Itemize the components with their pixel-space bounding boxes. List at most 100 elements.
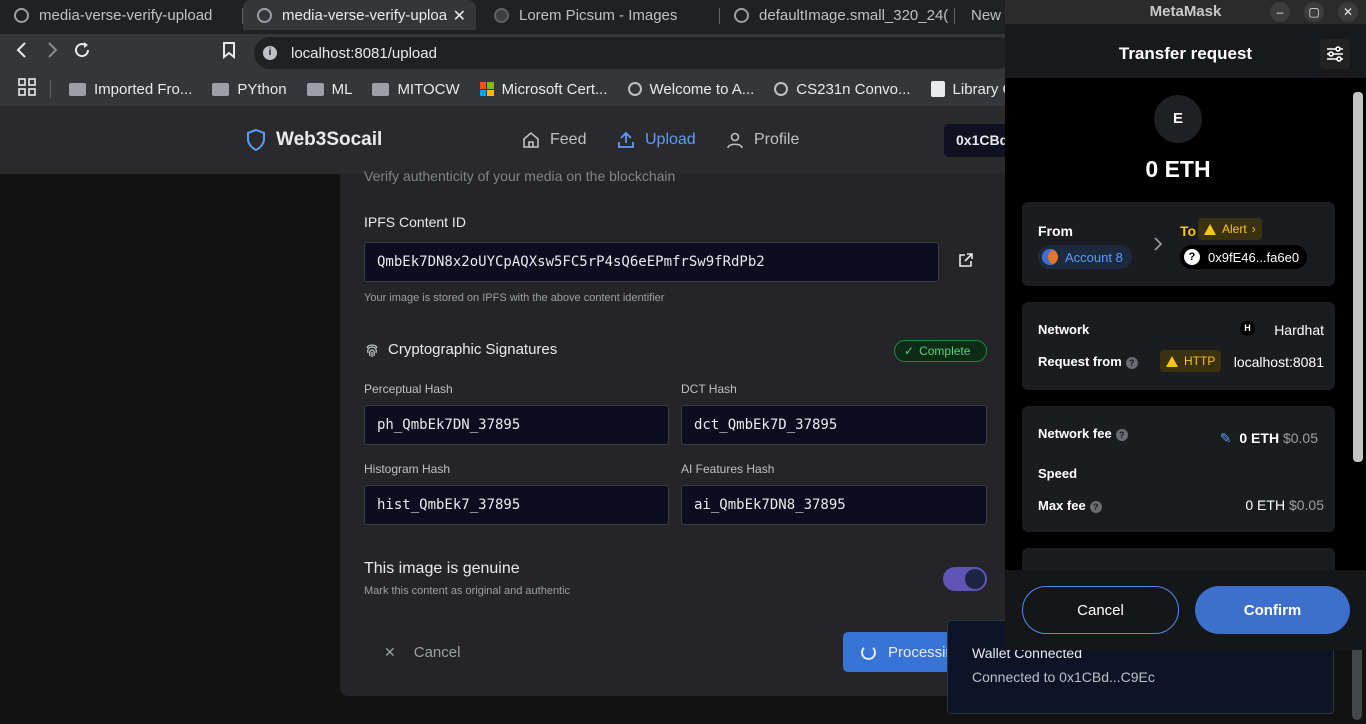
speed-label: Speed bbox=[1038, 466, 1078, 481]
to-label: To bbox=[1180, 223, 1197, 239]
bookmark-label: PYthon bbox=[237, 80, 287, 98]
bookmark-mitocw[interactable]: MITOCW bbox=[372, 80, 460, 98]
from-label: From bbox=[1038, 223, 1073, 239]
tab-label: Lorem Picsum - Images bbox=[519, 6, 678, 24]
url-text: localhost:8081/upload bbox=[291, 44, 437, 62]
minimize-icon[interactable]: – bbox=[1270, 2, 1290, 22]
bookmark-library[interactable]: Library G bbox=[930, 81, 1014, 98]
settings-sliders-icon[interactable] bbox=[1320, 39, 1350, 69]
help-icon[interactable]: ? bbox=[1115, 428, 1128, 441]
network-fee-usd: $0.05 bbox=[1282, 430, 1318, 446]
tab-media-verse-2[interactable]: media-verse-verify-uploa ✕ bbox=[243, 0, 476, 30]
spinner-icon bbox=[861, 644, 876, 660]
chevron-right-icon: › bbox=[1251, 222, 1256, 236]
bookmark-cs231n[interactable]: CS231n Convo... bbox=[774, 81, 911, 98]
globe-icon bbox=[257, 7, 272, 23]
chevron-right-icon bbox=[1153, 236, 1163, 257]
bookmark-label: MITOCW bbox=[397, 80, 460, 98]
to-address: 0x9fE46...fa6e0 bbox=[1208, 249, 1300, 265]
microsoft-icon bbox=[479, 82, 494, 96]
transfer-amount: 0 ETH bbox=[1145, 156, 1211, 182]
bookmark-welcome[interactable]: Welcome to A... bbox=[627, 81, 754, 98]
cancel-button[interactable]: ✕ Cancel bbox=[384, 644, 460, 661]
metamask-titlebar: MetaMask – ▢ ✕ bbox=[1005, 0, 1366, 24]
help-icon[interactable]: ? bbox=[1089, 500, 1102, 513]
address-bar[interactable]: i localhost:8081/upload bbox=[254, 37, 1014, 69]
close-icon[interactable]: ✕ bbox=[1338, 2, 1358, 22]
bookmark-ml[interactable]: ML bbox=[306, 80, 353, 98]
bookmark-python[interactable]: PYthon bbox=[212, 80, 287, 98]
nav-feed[interactable]: Feed bbox=[522, 131, 586, 149]
card-subtitle: Verify authenticity of your media on the… bbox=[364, 168, 676, 184]
bookmark-label: Microsoft Cert... bbox=[501, 80, 608, 98]
ai-hash-field[interactable]: ai_QmbEk7DN8_37895 bbox=[681, 485, 987, 525]
apps-grid-icon[interactable] bbox=[18, 77, 36, 101]
metamask-scrollbar[interactable] bbox=[1353, 92, 1363, 462]
cancel-label: Cancel bbox=[413, 644, 461, 661]
fee-box: Network fee? ✎ 0 ETH $0.05 Speed Max fee… bbox=[1022, 406, 1335, 532]
request-from-value: localhost:8081 bbox=[1233, 354, 1324, 370]
tab-media-verse-1[interactable]: media-verse-verify-upload bbox=[0, 0, 243, 30]
metamask-footer: Cancel Confirm bbox=[1005, 570, 1366, 650]
alert-label: Alert bbox=[1222, 222, 1247, 236]
bookmarks-divider bbox=[50, 80, 51, 98]
tab-new[interactable]: New bbox=[957, 0, 1007, 30]
close-icon[interactable]: ✕ bbox=[453, 6, 466, 26]
dct-hash-field[interactable]: dct_QmbEk7D_37895 bbox=[681, 405, 987, 445]
verify-card: Verify authenticity of your media on the… bbox=[340, 168, 1020, 696]
external-link-icon[interactable] bbox=[958, 252, 974, 273]
genuine-toggle[interactable] bbox=[943, 567, 987, 591]
metamask-cancel-button[interactable]: Cancel bbox=[1022, 586, 1179, 634]
metamask-confirm-button[interactable]: Confirm bbox=[1195, 586, 1350, 634]
nav-profile[interactable]: Profile bbox=[726, 131, 799, 149]
shield-icon bbox=[247, 129, 265, 151]
maximize-icon[interactable]: ▢ bbox=[1304, 2, 1324, 22]
tab-default-image[interactable]: defaultImage.small_320_24( bbox=[720, 0, 955, 30]
edit-pencil-icon: ✎ bbox=[1219, 430, 1232, 446]
folder-icon bbox=[69, 82, 86, 96]
bookmark-imported[interactable]: Imported Fro... bbox=[69, 81, 192, 98]
help-icon[interactable]: ? bbox=[1125, 356, 1138, 369]
max-fee-eth: 0 ETH bbox=[1245, 497, 1286, 513]
request-from-row: Request from? bbox=[1038, 354, 1138, 369]
genuine-description: Mark this content as original and authen… bbox=[364, 585, 571, 597]
perceptual-hash-field[interactable]: ph_QmbEk7DN_37895 bbox=[364, 405, 669, 445]
warning-icon bbox=[1166, 355, 1178, 367]
site-info-icon[interactable]: i bbox=[263, 46, 277, 60]
picsum-icon bbox=[494, 7, 509, 23]
network-fee-value[interactable]: ✎ 0 ETH $0.05 bbox=[1220, 430, 1318, 447]
warning-icon bbox=[1204, 223, 1216, 235]
bookmark-label: ML bbox=[331, 80, 353, 98]
check-icon: ✓ bbox=[904, 344, 915, 358]
request-from-label: Request from bbox=[1038, 354, 1122, 369]
ipfs-cid-field[interactable]: QmbEk7DN8x2oUYCpAQXsw5FC5rP4sQ6eEPmfrSw9… bbox=[364, 242, 939, 282]
histogram-hash-field[interactable]: hist_QmbEk7_37895 bbox=[364, 485, 669, 525]
tab-label: New bbox=[971, 6, 1002, 24]
nav-upload[interactable]: Upload bbox=[617, 131, 696, 149]
reload-icon[interactable] bbox=[73, 41, 91, 65]
globe-icon bbox=[14, 7, 29, 23]
to-address-pill[interactable]: ? 0x9fE46...fa6e0 bbox=[1180, 245, 1308, 269]
bookmark-microsoft[interactable]: Microsoft Cert... bbox=[479, 80, 608, 98]
max-fee-label: Max fee bbox=[1038, 498, 1086, 513]
next-box bbox=[1022, 548, 1335, 570]
bookmark-icon[interactable] bbox=[222, 41, 236, 65]
brand-logo[interactable]: Web3Socail bbox=[246, 129, 382, 151]
alert-badge[interactable]: Alert › bbox=[1198, 218, 1262, 240]
tab-lorem-picsum[interactable]: Lorem Picsum - Images bbox=[480, 0, 720, 30]
from-account-pill[interactable]: Account 8 bbox=[1038, 245, 1132, 269]
folder-icon bbox=[212, 82, 230, 96]
library-icon bbox=[930, 81, 945, 97]
toast-message: Connected to 0x1CBd...C9Ec bbox=[972, 669, 1155, 685]
metamask-body: E 0 ETH From Account 8 To Alert › ? 0x9f… bbox=[1005, 78, 1366, 570]
ipfs-label: IPFS Content ID bbox=[364, 214, 466, 230]
from-account-name: Account 8 bbox=[1065, 249, 1123, 265]
http-warning-badge: HTTP bbox=[1160, 350, 1222, 372]
forward-icon[interactable] bbox=[44, 41, 60, 65]
nav-profile-label: Profile bbox=[754, 131, 800, 148]
ai-hash-label: AI Features Hash bbox=[681, 462, 775, 476]
network-fee-label: Network fee bbox=[1038, 426, 1112, 441]
back-icon[interactable] bbox=[14, 41, 30, 65]
network-box: Network H Hardhat Request from? HTTP loc… bbox=[1022, 302, 1335, 390]
metamask-window: MetaMask – ▢ ✕ Transfer request E 0 ETH … bbox=[1005, 0, 1366, 650]
